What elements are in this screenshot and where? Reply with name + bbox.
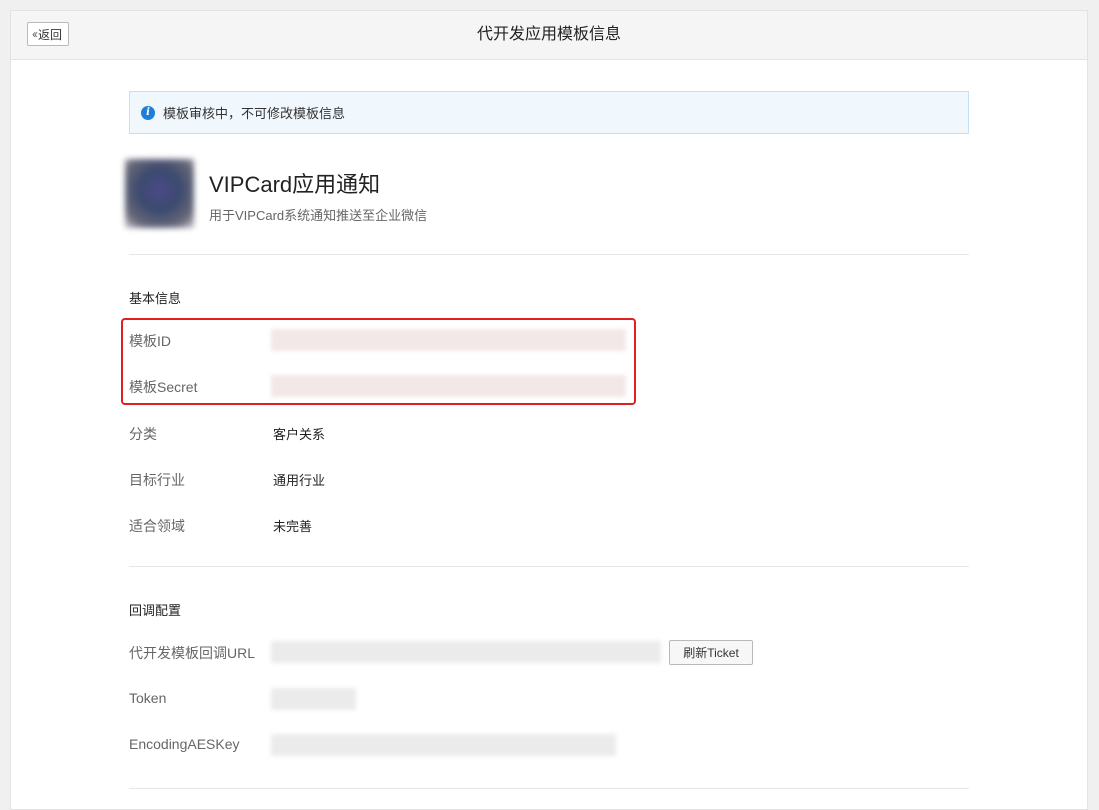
callback-url-value-redacted: [271, 641, 661, 663]
aeskey-value-redacted: [271, 734, 616, 756]
main-panel: ‹‹ 返回 代开发应用模板信息 i 模板审核中，不可修改模板信息 VIPCard…: [10, 10, 1088, 810]
industry-label: 目标行业: [129, 472, 185, 488]
review-notice: i 模板审核中，不可修改模板信息: [129, 91, 969, 134]
callback-url-label: 代开发模板回调URL: [129, 645, 256, 661]
callback-config-title: 回调配置: [129, 603, 182, 618]
highlight-box: [121, 318, 636, 405]
token-label: Token: [129, 690, 167, 706]
notice-text: 模板审核中，不可修改模板信息: [163, 106, 346, 121]
info-icon: i: [141, 105, 155, 120]
app-description: 用于VIPCard系统通知推送至企业微信: [209, 208, 428, 223]
aeskey-label: EncodingAESKey: [129, 736, 240, 752]
app-name: VIPCard应用通知: [209, 172, 381, 197]
category-label: 分类: [129, 426, 157, 442]
domain-label: 适合领域: [129, 518, 185, 534]
refresh-ticket-button[interactable]: 刷新Ticket: [669, 640, 753, 665]
basic-info-title: 基本信息: [129, 291, 182, 306]
domain-value: 未完善: [273, 519, 313, 534]
category-value: 客户关系: [273, 427, 326, 442]
token-value-redacted: [271, 688, 356, 710]
top-bar: ‹‹ 返回 代开发应用模板信息: [11, 11, 1087, 60]
divider: [129, 788, 969, 789]
industry-value: 通用行业: [273, 473, 326, 488]
divider: [129, 566, 969, 567]
page-title: 代开发应用模板信息: [476, 26, 621, 43]
app-logo: [125, 159, 194, 228]
divider: [129, 254, 969, 255]
